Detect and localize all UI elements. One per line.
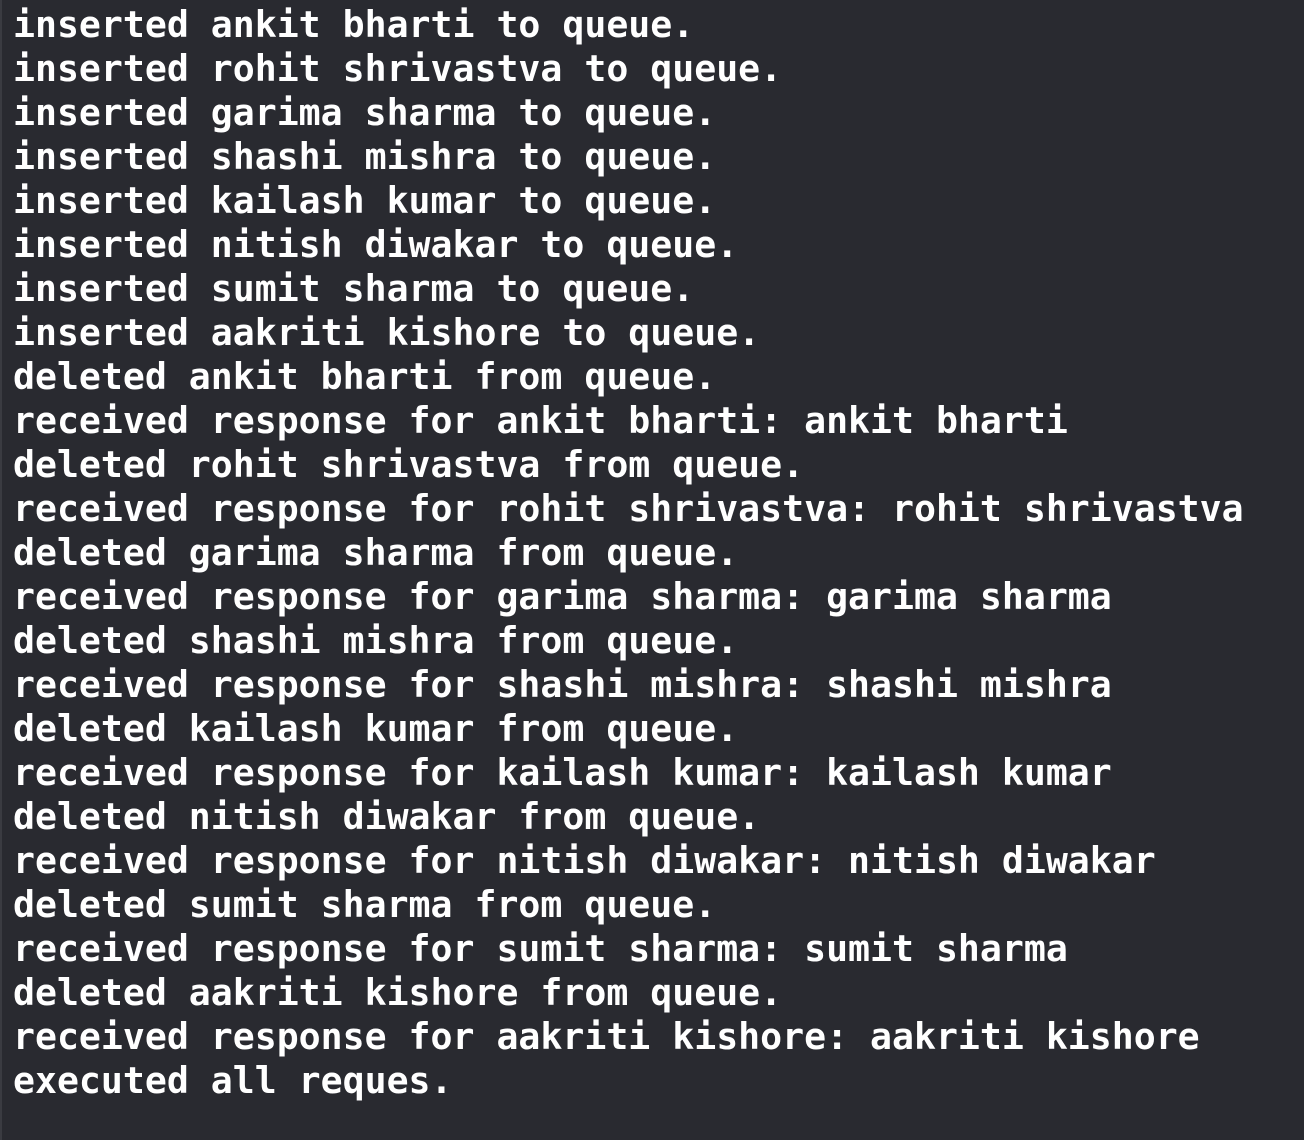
log-line: received response for shashi mishra: sha…	[13, 663, 1112, 706]
log-line: executed all reques.	[13, 1059, 453, 1102]
log-line: inserted shashi mishra to queue.	[13, 135, 717, 178]
console-output[interactable]: inserted ankit bharti to queue. inserted…	[0, 0, 1304, 1140]
log-line: received response for garima sharma: gar…	[13, 575, 1112, 618]
log-line: received response for nitish diwakar: ni…	[13, 839, 1156, 882]
log-line: deleted nitish diwakar from queue.	[13, 795, 761, 838]
log-line: inserted nitish diwakar to queue.	[13, 223, 739, 266]
log-line: received response for sumit sharma: sumi…	[13, 927, 1068, 970]
log-line: received response for aakriti kishore: a…	[13, 1015, 1200, 1058]
log-line: deleted aakriti kishore from queue.	[13, 971, 783, 1014]
log-line: deleted rohit shrivastva from queue.	[13, 443, 805, 486]
log-line: inserted sumit sharma to queue.	[13, 267, 695, 310]
log-line: inserted ankit bharti to queue.	[13, 3, 695, 46]
log-line: received response for kailash kumar: kai…	[13, 751, 1112, 794]
log-line: deleted shashi mishra from queue.	[13, 619, 739, 662]
log-line: deleted ankit bharti from queue.	[13, 355, 717, 398]
log-line: deleted sumit sharma from queue.	[13, 883, 717, 926]
log-line: inserted kailash kumar to queue.	[13, 179, 717, 222]
log-line: deleted kailash kumar from queue.	[13, 707, 739, 750]
log-line: inserted rohit shrivastva to queue.	[13, 47, 783, 90]
log-line: inserted aakriti kishore to queue.	[13, 311, 761, 354]
log-line: inserted garima sharma to queue.	[13, 91, 717, 134]
log-line: deleted garima sharma from queue.	[13, 531, 739, 574]
log-line: received response for rohit shrivastva: …	[13, 487, 1244, 530]
log-line: received response for ankit bharti: anki…	[13, 399, 1068, 442]
